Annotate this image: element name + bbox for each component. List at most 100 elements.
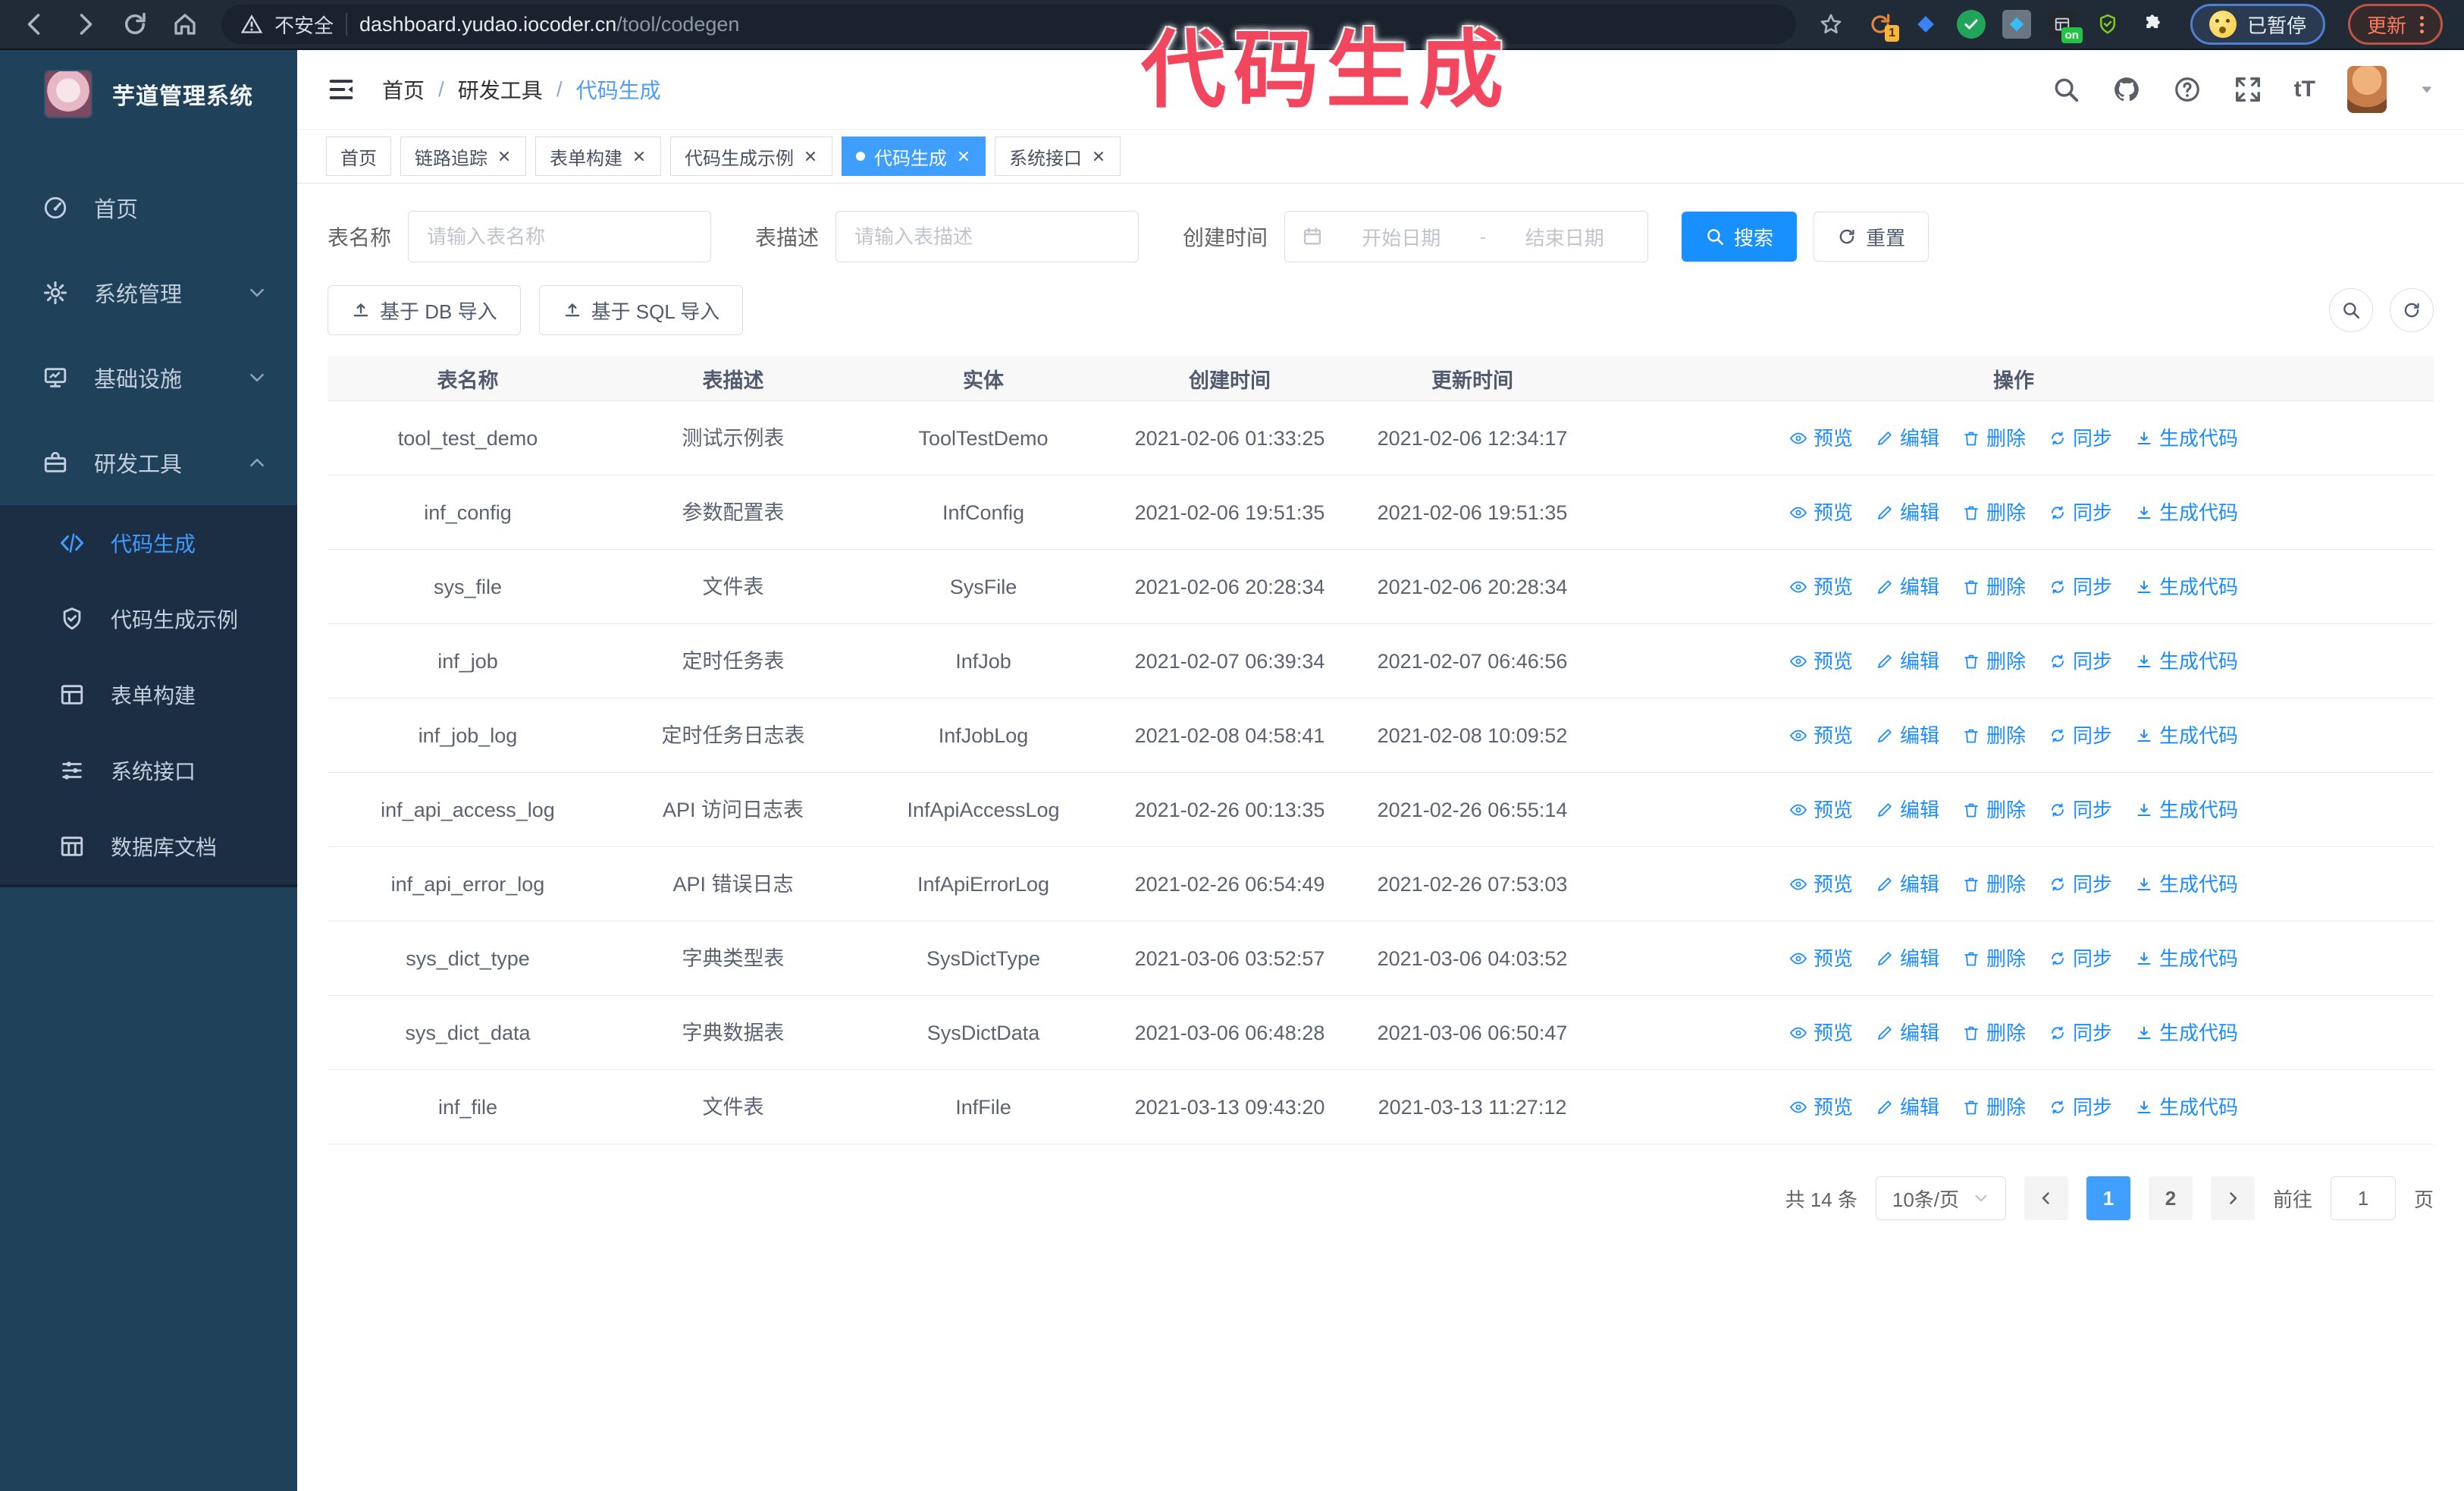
sql-import-button[interactable]: 基于 SQL 导入 — [538, 285, 744, 335]
browser-extension-icon[interactable] — [1911, 10, 1940, 39]
generate-code-link[interactable]: 生成代码 — [2135, 1017, 2238, 1049]
preview-link[interactable]: 预览 — [1789, 794, 1853, 826]
sync-link[interactable]: 同步 — [2049, 868, 2112, 900]
delete-link[interactable]: 删除 — [1962, 1091, 2026, 1123]
sync-link[interactable]: 同步 — [2049, 645, 2112, 677]
font-size-icon[interactable]: tT — [2294, 77, 2315, 102]
back-icon[interactable] — [21, 11, 49, 38]
reload-icon[interactable] — [121, 11, 149, 38]
sidebar-item-infra[interactable]: 基础设施 — [0, 335, 297, 420]
sidebar-item-codegen-example[interactable]: 代码生成示例 — [0, 581, 297, 657]
generate-code-link[interactable]: 生成代码 — [2135, 943, 2238, 975]
preview-link[interactable]: 预览 — [1789, 422, 1853, 454]
avatar-caret-down-icon[interactable] — [2419, 81, 2435, 98]
delete-link[interactable]: 删除 — [1962, 943, 2026, 975]
close-icon[interactable] — [1091, 149, 1106, 164]
generate-code-link[interactable]: 生成代码 — [2135, 794, 2238, 826]
browser-extension-icon[interactable] — [2002, 10, 2031, 39]
forward-icon[interactable] — [71, 11, 99, 38]
sidebar-item-devtools[interactable]: 研发工具 — [0, 420, 297, 505]
header-search-icon[interactable] — [2052, 75, 2080, 104]
db-import-button[interactable]: 基于 DB 导入 — [328, 285, 521, 335]
bookmark-star-icon[interactable] — [1819, 12, 1843, 36]
sync-link[interactable]: 同步 — [2049, 1091, 2112, 1123]
preview-link[interactable]: 预览 — [1789, 720, 1853, 752]
address-bar[interactable]: 不安全 dashboard.yudao.iocoder.cn/tool/code… — [221, 5, 1796, 44]
preview-link[interactable]: 预览 — [1789, 1091, 1853, 1123]
table-desc-input[interactable] — [835, 211, 1140, 262]
page-size-select[interactable]: 10条/页 — [1875, 1176, 2006, 1220]
edit-link[interactable]: 编辑 — [1876, 720, 1939, 752]
table-name-input[interactable] — [408, 211, 712, 262]
sync-link[interactable]: 同步 — [2049, 497, 2112, 529]
sidebar-item-codegen[interactable]: 代码生成 — [0, 505, 297, 581]
browser-extension-icon[interactable]: on — [2047, 10, 2083, 43]
edit-link[interactable]: 编辑 — [1876, 497, 1939, 529]
generate-code-link[interactable]: 生成代码 — [2135, 571, 2238, 603]
home-icon[interactable] — [171, 11, 199, 38]
refresh-table-button[interactable] — [2390, 288, 2434, 332]
generate-code-link[interactable]: 生成代码 — [2135, 645, 2238, 677]
prev-page-button[interactable] — [2024, 1176, 2068, 1220]
tab-tracing[interactable]: 链路追踪 — [400, 137, 526, 176]
preview-link[interactable]: 预览 — [1789, 497, 1853, 529]
reset-button[interactable]: 重置 — [1814, 212, 1930, 262]
tab-home[interactable]: 首页 — [326, 137, 391, 176]
toggle-search-button[interactable] — [2329, 288, 2373, 332]
preview-link[interactable]: 预览 — [1789, 571, 1853, 603]
sync-link[interactable]: 同步 — [2049, 422, 2112, 454]
delete-link[interactable]: 删除 — [1962, 1017, 2026, 1049]
delete-link[interactable]: 删除 — [1962, 794, 2026, 826]
edit-link[interactable]: 编辑 — [1876, 943, 1939, 975]
sidebar-item-form-builder[interactable]: 表单构建 — [0, 657, 297, 733]
delete-link[interactable]: 删除 — [1962, 571, 2026, 603]
date-range-picker[interactable]: 开始日期 - 结束日期 — [1284, 211, 1649, 262]
generate-code-link[interactable]: 生成代码 — [2135, 422, 2238, 454]
breadcrumb-devtools[interactable]: 研发工具 — [458, 74, 543, 105]
close-icon[interactable] — [803, 149, 818, 164]
collapse-menu-icon[interactable] — [326, 74, 356, 105]
edit-link[interactable]: 编辑 — [1876, 794, 1939, 826]
sync-link[interactable]: 同步 — [2049, 794, 2112, 826]
sidebar-item-system-api[interactable]: 系统接口 — [0, 733, 297, 808]
close-icon[interactable] — [632, 149, 647, 164]
edit-link[interactable]: 编辑 — [1876, 571, 1939, 603]
preview-link[interactable]: 预览 — [1789, 645, 1853, 677]
chrome-menu-dots-icon[interactable] — [2420, 15, 2424, 33]
page-number-button[interactable]: 2 — [2148, 1176, 2193, 1220]
sync-link[interactable]: 同步 — [2049, 1017, 2112, 1049]
sync-link[interactable]: 同步 — [2049, 943, 2112, 975]
edit-link[interactable]: 编辑 — [1876, 1091, 1939, 1123]
generate-code-link[interactable]: 生成代码 — [2135, 868, 2238, 900]
preview-link[interactable]: 预览 — [1789, 868, 1853, 900]
preview-link[interactable]: 预览 — [1789, 943, 1853, 975]
chrome-update-button[interactable]: 更新 — [2347, 4, 2443, 45]
delete-link[interactable]: 删除 — [1962, 720, 2026, 752]
edit-link[interactable]: 编辑 — [1876, 645, 1939, 677]
sidebar-item-home[interactable]: 首页 — [0, 165, 297, 250]
edit-link[interactable]: 编辑 — [1876, 1017, 1939, 1049]
preview-link[interactable]: 预览 — [1789, 1017, 1853, 1049]
tab-codegen[interactable]: 代码生成 — [842, 137, 986, 176]
delete-link[interactable]: 删除 — [1962, 645, 2026, 677]
generate-code-link[interactable]: 生成代码 — [2135, 720, 2238, 752]
close-icon[interactable] — [497, 149, 512, 164]
tab-form-builder[interactable]: 表单构建 — [535, 137, 661, 176]
generate-code-link[interactable]: 生成代码 — [2135, 1091, 2238, 1123]
browser-extension-icon[interactable] — [2093, 10, 2122, 39]
browser-extension-icon[interactable] — [2139, 10, 2168, 39]
page-number-button[interactable]: 1 — [2086, 1176, 2130, 1220]
generate-code-link[interactable]: 生成代码 — [2135, 497, 2238, 529]
delete-link[interactable]: 删除 — [1962, 868, 2026, 900]
profile-paused-badge[interactable]: 已暂停 — [2190, 4, 2325, 45]
delete-link[interactable]: 删除 — [1962, 497, 2026, 529]
tab-system-api[interactable]: 系统接口 — [995, 137, 1121, 176]
breadcrumb-home[interactable]: 首页 — [382, 74, 425, 105]
browser-extension-icon[interactable] — [1956, 10, 1986, 39]
close-icon[interactable] — [956, 149, 971, 164]
goto-page-input[interactable] — [2330, 1176, 2396, 1220]
sync-link[interactable]: 同步 — [2049, 571, 2112, 603]
help-icon[interactable] — [2173, 75, 2202, 104]
tab-codegen-example[interactable]: 代码生成示例 — [670, 137, 832, 176]
sidebar-item-system[interactable]: 系统管理 — [0, 250, 297, 335]
